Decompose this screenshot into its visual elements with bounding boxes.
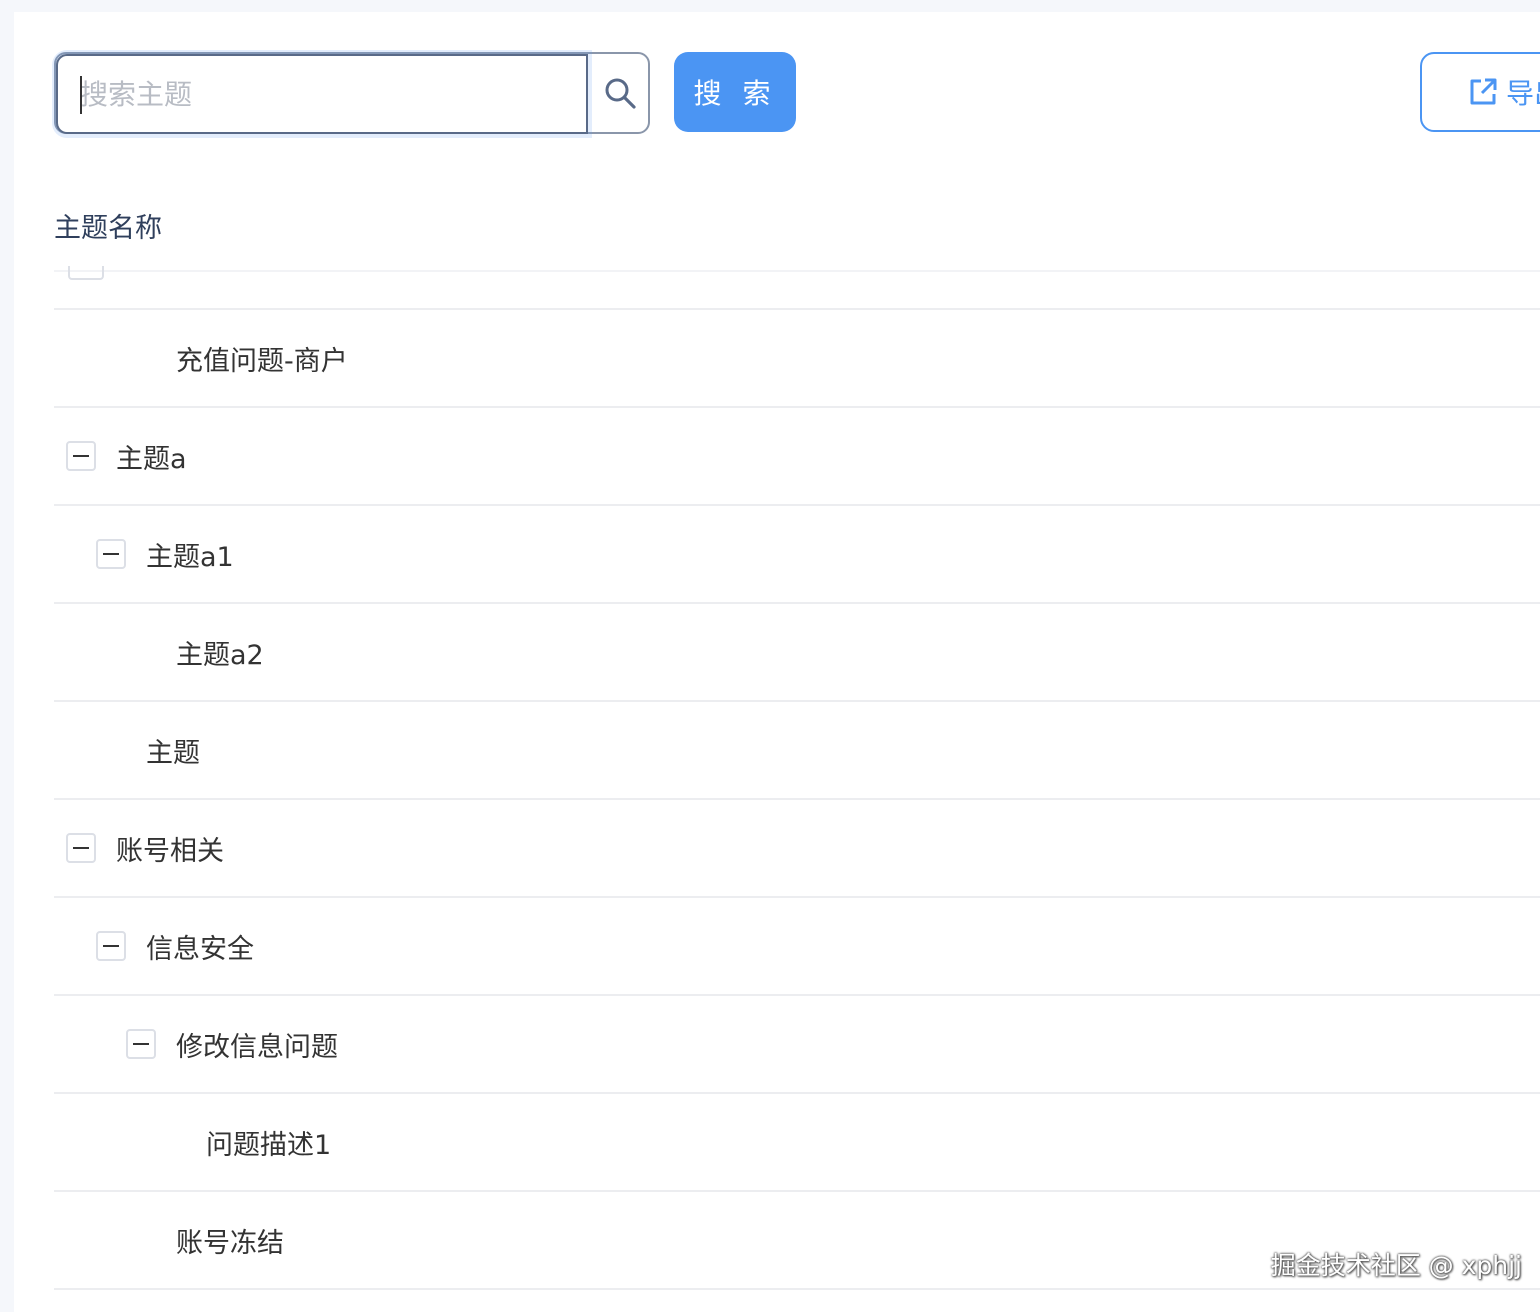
topic-tree-table: 主题名称 充值问题-商户主题a 主题a1 主题a2 主题账号相关信息安全修改信息问题问… — [54, 180, 1540, 1290]
row-label: 主题a — [116, 443, 187, 475]
table-row[interactable]: 主题a1 — [54, 506, 1540, 604]
text-caret — [80, 76, 82, 114]
external-link-icon — [1468, 77, 1498, 107]
column-header-topic-name: 主题名称 — [54, 180, 1540, 272]
collapse-toggle-icon[interactable] — [126, 1029, 156, 1059]
row-label: 主题a1 — [146, 541, 234, 573]
row-label: 充值问题-商户 — [176, 345, 348, 377]
search-input[interactable] — [56, 54, 588, 134]
export-button[interactable]: 导出 — [1420, 52, 1540, 132]
watermark: 掘金技术社区 @ xphjj — [1270, 1251, 1522, 1280]
row-label: 信息安全 — [146, 933, 254, 965]
table-row-partial — [54, 266, 1540, 310]
table-row[interactable]: 信息安全 — [54, 898, 1540, 996]
table-body: 充值问题-商户主题a 主题a1 主题a2 主题账号相关信息安全修改信息问题问题描述1 账… — [54, 310, 1540, 1290]
table-row[interactable]: 主题a — [54, 408, 1540, 506]
row-label: 修改信息问题 — [176, 1031, 338, 1063]
collapse-toggle-icon[interactable] — [66, 441, 96, 471]
export-label: 导出 — [1506, 77, 1540, 110]
row-label: 主题a2 — [176, 639, 264, 671]
search-box — [54, 52, 650, 134]
row-label: 问题描述1 — [206, 1129, 332, 1161]
table-row[interactable]: 修改信息问题 — [54, 996, 1540, 1094]
collapse-toggle-icon[interactable] — [96, 539, 126, 569]
search-icon[interactable] — [590, 54, 650, 132]
collapse-toggle-icon[interactable] — [66, 833, 96, 863]
row-label: 主题 — [146, 737, 200, 769]
table-row[interactable]: 主题 — [54, 702, 1540, 800]
search-button[interactable]: 搜 索 — [674, 52, 796, 132]
row-label: 账号冻结 — [176, 1227, 284, 1259]
column-header-label: 主题名称 — [54, 212, 162, 244]
table-row[interactable]: 充值问题-商户 — [54, 310, 1540, 408]
page-content: 搜 索 导出 主题名称 充值问题-商户主题a 主题a1 主题a2 主题账号相关信息安全… — [14, 12, 1540, 1312]
table-row[interactable]: 主题a2 — [54, 604, 1540, 702]
table-row[interactable]: 问题描述1 — [54, 1094, 1540, 1192]
table-row[interactable]: 账号相关 — [54, 800, 1540, 898]
row-label: 账号相关 — [116, 835, 224, 867]
collapse-toggle-icon[interactable] — [96, 931, 126, 961]
expand-toggle-icon[interactable] — [68, 266, 104, 280]
